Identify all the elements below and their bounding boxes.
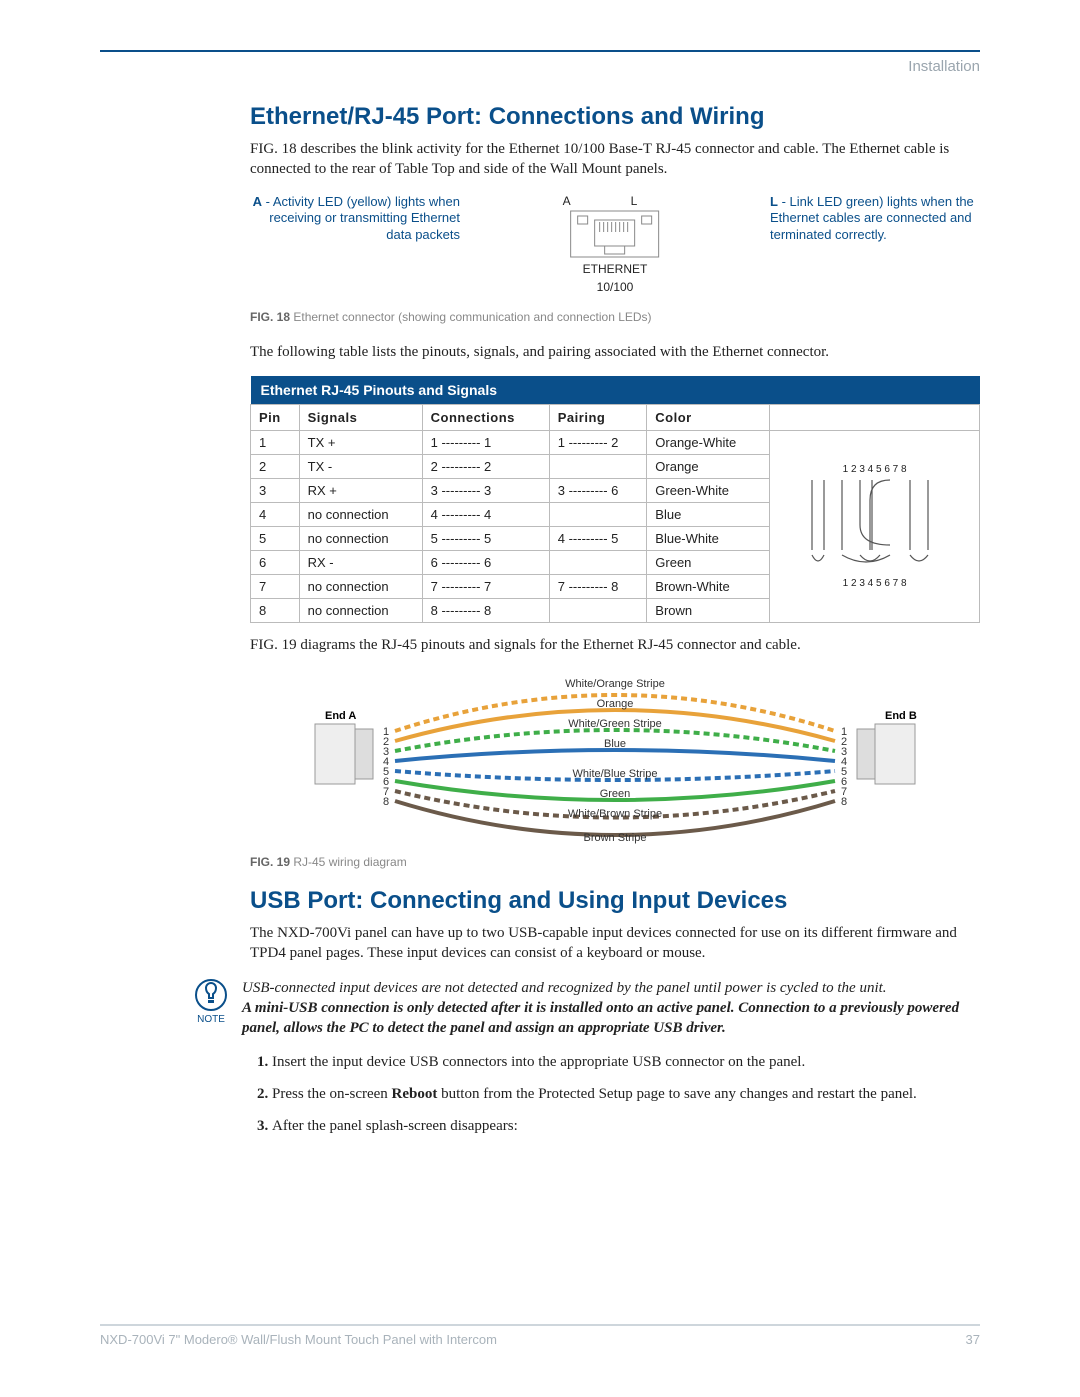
footer-title: NXD-700Vi 7" Modero® Wall/Flush Mount To… xyxy=(100,1332,497,1347)
step-2: Press the on-screen Reboot button from t… xyxy=(272,1084,980,1106)
pin-diagram-cell: 1 2 3 4 5 6 7 8 1 2 3 4 5 xyxy=(770,430,980,622)
fig18-caption-text: Ethernet connector (showing communicatio… xyxy=(290,310,652,324)
para-table-intro: The following table lists the pinouts, s… xyxy=(250,342,980,362)
fig19-caption: FIG. 19 RJ-45 wiring diagram xyxy=(250,855,980,869)
fig18-caption: FIG. 18 Ethernet connector (showing comm… xyxy=(250,310,980,324)
col-diagram xyxy=(770,404,980,430)
rj45-wiring-icon: End A End B 1 2 3 4 5 6 7 8 1 2 3 xyxy=(305,669,925,849)
fig19-caption-text: RJ-45 wiring diagram xyxy=(290,855,407,869)
col-pin: Pin xyxy=(251,404,300,430)
fig18-l-bold: L xyxy=(770,194,778,209)
col-color: Color xyxy=(647,404,770,430)
svg-text:White/Green Stripe: White/Green Stripe xyxy=(568,718,662,730)
steps-list: Insert the input device USB connectors i… xyxy=(250,1052,980,1137)
step-1: Insert the input device USB connectors i… xyxy=(272,1052,980,1074)
note-line1: USB-connected input devices are not dete… xyxy=(242,980,887,996)
svg-text:White/Brown Stripe: White/Brown Stripe xyxy=(568,808,662,820)
note-line2: A mini-USB connection is only detected a… xyxy=(242,1000,959,1036)
table-title: Ethernet RJ-45 Pinouts and Signals xyxy=(251,376,980,405)
svg-text:White/Blue Stripe: White/Blue Stripe xyxy=(573,768,658,780)
page-footer: NXD-700Vi 7" Modero® Wall/Flush Mount To… xyxy=(100,1324,980,1347)
pin-diagram-top: 1 2 3 4 5 6 7 8 xyxy=(778,464,971,475)
heading-ethernet: Ethernet/RJ-45 Port: Connections and Wir… xyxy=(250,103,980,131)
rj45-jack: AL ETHERNET 10/100 xyxy=(533,194,698,294)
svg-text:8: 8 xyxy=(841,796,847,808)
fig18-l-text: - Link LED green) lights when the Ethern… xyxy=(770,194,974,243)
fig18-right-note: L - Link LED green) lights when the Ethe… xyxy=(770,194,980,245)
col-connections: Connections xyxy=(422,404,549,430)
fig18-a-text: - Activity LED (yellow) lights when rece… xyxy=(262,194,460,243)
end-b-label: End B xyxy=(885,710,917,722)
svg-text:Orange: Orange xyxy=(597,698,634,710)
table-row: 1TX +1 --------- 11 --------- 2Orange-Wh… xyxy=(251,430,980,454)
svg-text:Green: Green xyxy=(600,788,631,800)
col-pairing: Pairing xyxy=(549,404,647,430)
pinout-table: Ethernet RJ-45 Pinouts and Signals Pin S… xyxy=(250,376,980,623)
figure-18: A - Activity LED (yellow) lights when re… xyxy=(250,194,980,304)
figure-19: End A End B 1 2 3 4 5 6 7 8 1 2 3 xyxy=(250,669,980,849)
svg-text:Blue: Blue xyxy=(604,738,626,750)
para-fig18-intro: FIG. 18 describes the blink activity for… xyxy=(250,139,980,180)
label-a: A xyxy=(563,194,631,208)
pin-pairs-icon xyxy=(800,475,950,575)
label-l: L xyxy=(631,194,698,208)
fig18-left-note: A - Activity LED (yellow) lights when re… xyxy=(250,194,460,245)
rj45-jack-icon xyxy=(570,210,660,258)
svg-text:White/Orange Stripe: White/Orange Stripe xyxy=(565,678,665,690)
para-usb-intro: The NXD-700Vi panel can have up to two U… xyxy=(250,923,980,964)
footer-page-number: 37 xyxy=(966,1332,980,1347)
note-text: USB-connected input devices are not dete… xyxy=(242,978,980,1039)
end-a-label: End A xyxy=(325,710,356,722)
note-label: NOTE xyxy=(194,1014,228,1025)
svg-text:8: 8 xyxy=(383,796,389,808)
pin-diagram-bottom: 1 2 3 4 5 6 7 8 xyxy=(778,578,971,589)
note-block: NOTE USB-connected input devices are not… xyxy=(194,978,980,1039)
ethernet-label-2: 10/100 xyxy=(533,280,698,294)
col-signals: Signals xyxy=(299,404,422,430)
section-label: Installation xyxy=(100,58,980,75)
fig18-a-bold: A xyxy=(253,194,262,209)
heading-usb: USB Port: Connecting and Using Input Dev… xyxy=(250,887,980,915)
fig18-caption-num: FIG. 18 xyxy=(250,310,290,324)
fig19-caption-num: FIG. 19 xyxy=(250,855,290,869)
step-3: After the panel splash-screen disappears… xyxy=(272,1116,980,1138)
para-fig19-intro: FIG. 19 diagrams the RJ-45 pinouts and s… xyxy=(250,635,980,655)
note-icon: NOTE xyxy=(194,978,228,1039)
top-rule xyxy=(100,50,980,52)
svg-text:Brown Stripe: Brown Stripe xyxy=(584,832,647,844)
ethernet-label-1: ETHERNET xyxy=(533,262,698,276)
